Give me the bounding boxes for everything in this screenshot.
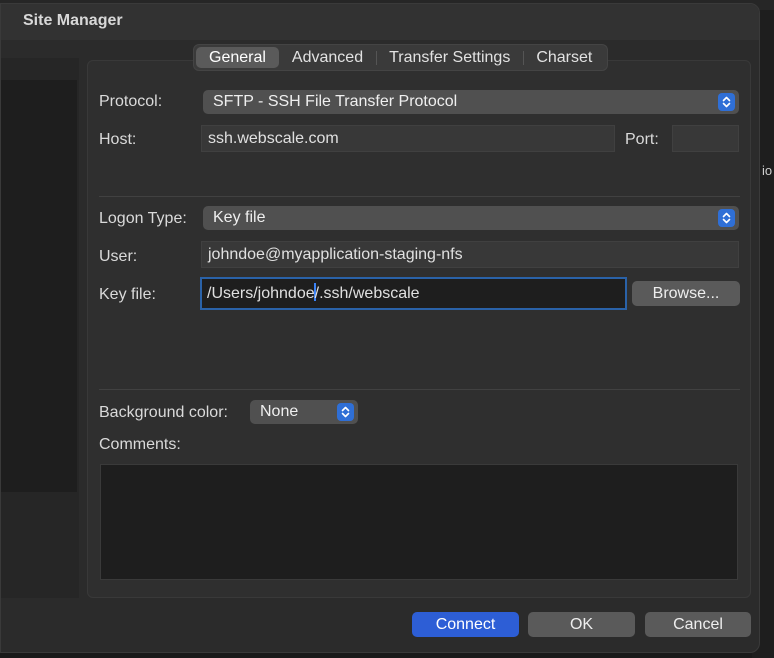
tab-bar: General Advanced Transfer Settings Chars… — [193, 44, 609, 71]
logon-type-select[interactable]: Key file — [203, 206, 739, 230]
port-label: Port: — [625, 131, 659, 148]
protocol-value: SFTP - SSH File Transfer Protocol — [213, 93, 458, 110]
host-label: Host: — [99, 131, 137, 148]
background-color-label: Background color: — [99, 404, 228, 421]
key-file-value-end: /.ssh/webscale — [314, 285, 420, 302]
cancel-button[interactable]: Cancel — [645, 612, 751, 637]
comments-label: Comments: — [99, 436, 181, 453]
key-file-input[interactable]: /Users/johndoe/.ssh/webscale — [200, 277, 627, 310]
tab-general[interactable]: General — [196, 47, 279, 68]
connect-button[interactable]: Connect — [412, 612, 519, 637]
chevron-up-down-icon — [337, 403, 354, 421]
protocol-label: Protocol: — [99, 93, 163, 110]
host-input[interactable]: ssh.webscale.com — [201, 125, 615, 152]
browse-button[interactable]: Browse... — [632, 281, 740, 306]
window-title: Site Manager — [23, 12, 123, 29]
user-input[interactable]: johndoe@myapplication-staging-nfs — [201, 241, 739, 268]
background-window-text: io — [762, 163, 773, 178]
divider — [99, 196, 740, 197]
background-color-value: None — [260, 403, 299, 420]
chevron-up-down-icon — [718, 209, 735, 227]
key-file-label: Key file: — [99, 286, 156, 303]
site-tree-list[interactable] — [1, 80, 77, 492]
background-color-select[interactable]: None — [250, 400, 358, 424]
logon-type-value: Key file — [213, 209, 266, 226]
comments-textarea[interactable] — [100, 464, 738, 580]
logon-type-label: Logon Type: — [99, 210, 187, 227]
key-file-value-start: /Users/johndoe — [207, 285, 315, 302]
tab-transfer-settings[interactable]: Transfer Settings — [376, 47, 523, 68]
tab-advanced[interactable]: Advanced — [279, 47, 376, 68]
user-label: User: — [99, 248, 138, 265]
divider — [99, 389, 740, 390]
tab-charset[interactable]: Charset — [523, 47, 605, 68]
ok-button[interactable]: OK — [528, 612, 635, 637]
protocol-select[interactable]: SFTP - SSH File Transfer Protocol — [203, 90, 739, 114]
titlebar: Site Manager — [1, 4, 759, 40]
port-input[interactable] — [672, 125, 739, 152]
chevron-up-down-icon — [718, 93, 735, 111]
